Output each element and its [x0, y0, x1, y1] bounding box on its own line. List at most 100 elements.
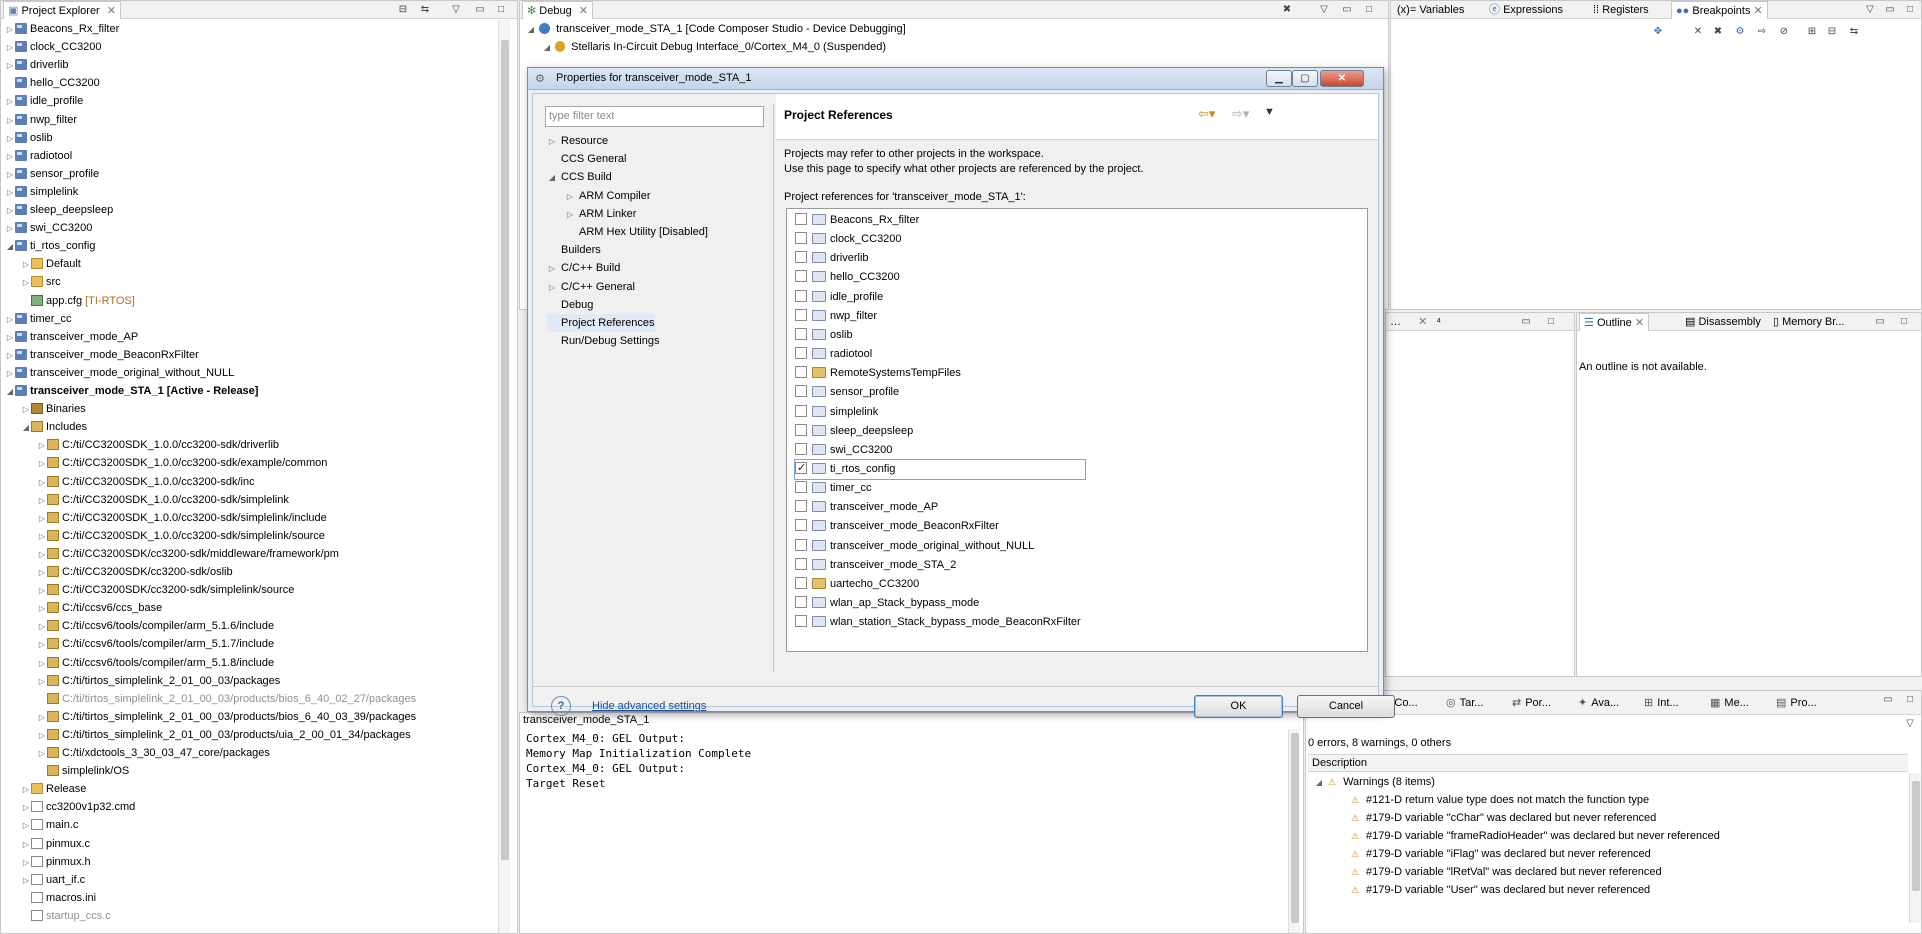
expand-toggle-icon[interactable]: ▷ — [5, 330, 15, 345]
link-icon[interactable]: ⇆ — [1847, 25, 1861, 38]
nav-item[interactable]: ◢ CCS Build — [547, 168, 612, 186]
nav-item[interactable]: ▷ Resource — [547, 132, 608, 150]
reference-checkbox[interactable] — [795, 213, 807, 225]
maximize-icon[interactable]: □ — [1544, 315, 1558, 328]
scrollbar-thumb[interactable] — [501, 40, 509, 860]
reference-checkbox[interactable] — [795, 481, 807, 494]
tab-outline[interactable]: ☰ Outline ✕ — [1579, 313, 1650, 331]
minimize-window-button[interactable]: ▁ — [1266, 70, 1292, 87]
project-reference-item[interactable]: sensor_profile — [795, 383, 899, 402]
tab-disassembly[interactable]: ▤ Disassembly — [1681, 313, 1765, 331]
tree-item[interactable]: ▷ Release — [21, 782, 86, 797]
expand-toggle-icon[interactable]: ▷ — [21, 782, 31, 797]
view-menu-icon[interactable]: ▽ — [1903, 717, 1917, 730]
minimize-icon[interactable]: ▭ — [1883, 3, 1897, 16]
nav-item[interactable]: ▷ ARM Linker — [565, 205, 637, 223]
tree-item[interactable]: simplelink/OS — [37, 764, 129, 779]
forward-arrow-icon[interactable]: ⇨▾ — [1232, 106, 1249, 122]
tab-debug[interactable]: ✻ Debug ✕ — [522, 1, 593, 19]
warning-row[interactable]: ⚠ #121-D return value type does not match… — [1350, 793, 1649, 808]
minimize-icon[interactable]: ▭ — [1881, 693, 1895, 706]
dialog-titlebar[interactable]: ⚙ Properties for transceiver_mode_STA_1 … — [528, 68, 1383, 90]
tree-item[interactable]: ◢ ti_rtos_config — [5, 239, 95, 254]
tree-item[interactable]: ▷ transceiver_mode_BeaconRxFilter — [5, 348, 199, 363]
tab-variables[interactable]: (x)= Variables — [1393, 1, 1468, 19]
expand-toggle-icon[interactable]: ▷ — [37, 728, 47, 743]
expand-toggle-icon[interactable]: ▷ — [5, 221, 15, 236]
link-with-editor-icon[interactable]: ⇆ — [418, 3, 432, 16]
expand-toggle-icon[interactable]: ▷ — [37, 493, 47, 508]
project-reference-item[interactable]: timer_cc — [795, 479, 872, 498]
maximize-icon[interactable]: □ — [1903, 3, 1917, 16]
view-menu-icon[interactable]: ▽ — [1863, 3, 1877, 16]
warning-row[interactable]: ⚠ #179-D variable "lRetVal" was declared … — [1350, 865, 1662, 880]
expand-toggle-icon[interactable]: ▷ — [5, 40, 15, 55]
warnings-group-row[interactable]: ◢ ⚠ Warnings (8 items) — [1314, 775, 1435, 790]
new-breakpoint-icon[interactable]: ✥ — [1651, 25, 1665, 38]
nav-item[interactable]: Project References — [547, 314, 655, 332]
expand-toggle-icon[interactable]: ▷ — [5, 312, 15, 327]
tree-item[interactable]: ▷ swi_CC3200 — [5, 221, 92, 236]
view-menu-icon[interactable]: ▽ — [449, 3, 463, 16]
expand-toggle-icon[interactable]: ▷ — [547, 133, 557, 151]
tab-memory-browser[interactable]: ▯ Memory Br... — [1769, 313, 1848, 331]
expand-toggle-icon[interactable]: ▷ — [5, 58, 15, 73]
expand-toggle-icon[interactable]: ▷ — [5, 185, 15, 200]
hide-advanced-settings-link[interactable]: Hide advanced settings — [592, 700, 706, 712]
reference-checkbox[interactable] — [795, 385, 807, 398]
tree-item[interactable]: ◢ Includes — [21, 420, 87, 435]
project-reference-item[interactable]: transceiver_mode_original_without_NULL — [795, 537, 1034, 556]
remove-terminated-icon[interactable]: ✖ — [1280, 3, 1294, 16]
project-reference-item[interactable]: hello_CC3200 — [795, 268, 900, 287]
debug-target-row[interactable]: ◢ Stellaris In-Circuit Debug Interface_0… — [542, 40, 886, 55]
project-reference-item[interactable]: RemoteSystemsTempFiles — [795, 364, 961, 383]
show-breakpoints-icon[interactable]: ⚙ — [1733, 25, 1747, 38]
collapse-all-icon[interactable]: ⊟ — [396, 3, 410, 16]
reference-checkbox[interactable] — [795, 251, 807, 264]
console-scrollbar[interactable] — [1288, 729, 1300, 933]
tree-item[interactable]: ▷ C:/ti/CC3200SDK_1.0.0/cc3200-sdk/simple… — [37, 529, 325, 544]
expand-toggle-icon[interactable]: ▷ — [37, 565, 47, 580]
skip-breakpoints-icon[interactable]: ⊘ — [1777, 25, 1791, 38]
expand-toggle-icon[interactable]: ▷ — [5, 22, 15, 37]
problems-tab[interactable]: ✦ Ava... — [1574, 694, 1623, 712]
tree-item[interactable]: macros.ini — [21, 891, 96, 906]
scrollbar-thumb[interactable] — [1912, 781, 1920, 891]
tree-item[interactable]: C:/ti/tirtos_simplelink_2_01_00_03/produ… — [37, 692, 416, 707]
expand-toggle-icon[interactable]: ▷ — [565, 188, 575, 206]
reference-checkbox[interactable] — [795, 423, 807, 436]
expand-toggle-icon[interactable]: ▷ — [21, 873, 31, 888]
expand-toggle-icon[interactable]: ▷ — [5, 113, 15, 128]
expand-toggle-icon[interactable]: ▷ — [37, 511, 47, 526]
nav-item[interactable]: ARM Hex Utility [Disabled] — [565, 223, 708, 241]
project-reference-item[interactable]: oslib — [795, 326, 853, 345]
project-reference-item[interactable]: uartecho_CC3200 — [795, 575, 919, 594]
expand-toggle-icon[interactable]: ▷ — [21, 257, 31, 272]
tree-item[interactable]: ▷ C:/ti/ccsv6/tools/compiler/arm_5.1.8/in… — [37, 656, 274, 671]
tree-item[interactable]: ▷ timer_cc — [5, 312, 72, 327]
warning-row[interactable]: ⚠ #179-D variable "iFlag" was declared bu… — [1350, 847, 1651, 862]
minimize-icon[interactable]: ▭ — [1340, 3, 1354, 16]
reference-checkbox[interactable] — [795, 404, 807, 417]
expand-toggle-icon[interactable]: ▷ — [37, 746, 47, 761]
collapse-toggle-icon[interactable]: ◢ — [526, 22, 536, 37]
expand-toggle-icon[interactable]: ▷ — [37, 601, 47, 616]
tab-project-explorer[interactable]: ▣ Project Explorer ✕ — [3, 1, 122, 19]
page-menu-icon[interactable]: ▼ — [1264, 106, 1275, 118]
go-to-file-icon[interactable]: ⇨ — [1755, 25, 1769, 38]
description-column-header[interactable]: Description — [1308, 754, 1908, 772]
scrollbar-thumb[interactable] — [1291, 733, 1299, 923]
close-icon[interactable]: ✕ — [107, 5, 116, 17]
close-window-button[interactable]: ✕ — [1320, 70, 1364, 87]
debug-session-row[interactable]: ◢ transceiver_mode_STA_1 [Code Composer … — [526, 22, 906, 37]
expand-toggle-icon[interactable]: ▷ — [5, 167, 15, 182]
project-reference-item[interactable]: radiotool — [795, 345, 872, 364]
project-reference-item[interactable]: Beacons_Rx_filter — [795, 211, 919, 230]
nav-item[interactable]: Builders — [547, 241, 601, 259]
tree-item[interactable]: ▷ C:/ti/CC3200SDK_1.0.0/cc3200-sdk/simple… — [37, 493, 289, 508]
project-reference-item[interactable]: ti_rtos_config — [794, 458, 1086, 480]
expand-toggle-icon[interactable]: ▷ — [37, 637, 47, 652]
reference-checkbox[interactable] — [795, 442, 807, 455]
tree-item[interactable]: ▷ simplelink — [5, 185, 78, 200]
problems-tab[interactable]: ⊞ Int... — [1640, 694, 1683, 712]
